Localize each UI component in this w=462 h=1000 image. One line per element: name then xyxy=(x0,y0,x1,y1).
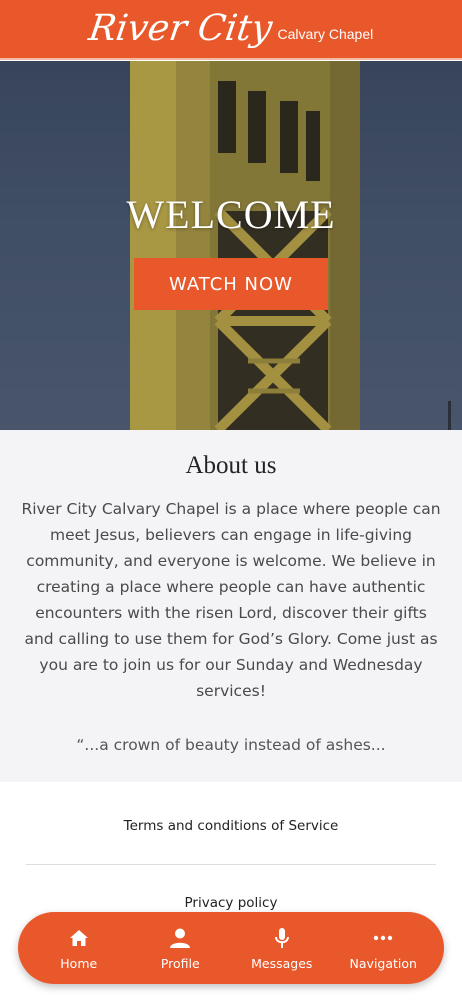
about-heading: About us xyxy=(185,452,277,479)
watch-now-button[interactable]: WATCH NOW xyxy=(134,258,328,310)
logo-script-text: River City xyxy=(85,8,275,49)
about-quote: “...a crown of beauty instead of ashes..… xyxy=(76,736,386,754)
bottom-navigation: Home Profile Messages Navigation xyxy=(18,912,444,984)
church-logo[interactable]: River City Calvary Chapel xyxy=(85,8,374,49)
home-icon xyxy=(67,926,91,950)
app-header: River City Calvary Chapel xyxy=(0,0,462,60)
about-section: About us River City Calvary Chapel is a … xyxy=(0,430,462,782)
nav-item-navigation[interactable]: Navigation xyxy=(333,926,433,971)
welcome-heading: WELCOME xyxy=(126,192,336,237)
divider xyxy=(26,864,436,865)
nav-label-home: Home xyxy=(60,955,98,971)
about-description: River City Calvary Chapel is a place whe… xyxy=(21,500,441,700)
hero-banner: WELCOME WATCH NOW xyxy=(0,61,462,430)
nav-item-messages[interactable]: Messages xyxy=(232,926,332,971)
nav-item-profile[interactable]: Profile xyxy=(130,926,230,971)
nav-label-messages: Messages xyxy=(251,955,313,971)
tower-bridge-image xyxy=(0,61,462,430)
more-dots-icon xyxy=(371,926,395,950)
profile-icon xyxy=(168,926,192,950)
logo-subtitle: Calvary Chapel xyxy=(277,26,374,42)
nav-label-profile: Profile xyxy=(160,955,200,971)
nav-item-home[interactable]: Home xyxy=(29,926,129,971)
terms-link[interactable]: Terms and conditions of Service xyxy=(0,818,462,834)
privacy-link[interactable]: Privacy policy xyxy=(0,895,462,911)
microphone-icon xyxy=(270,926,294,950)
nav-label-navigation: Navigation xyxy=(349,955,417,971)
